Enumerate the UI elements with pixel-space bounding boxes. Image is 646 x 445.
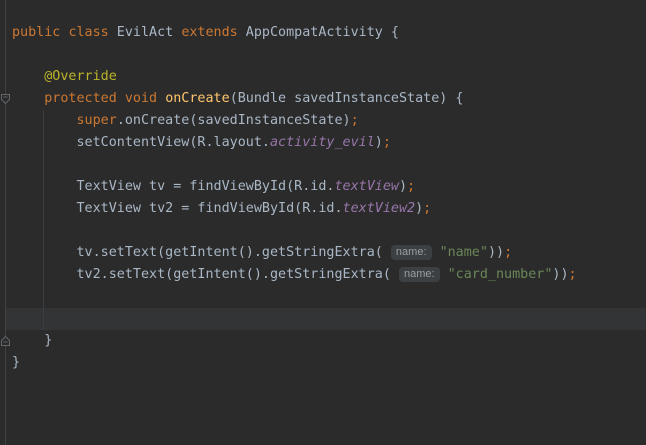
code-token: ) (399, 179, 407, 194)
code-token (432, 245, 440, 260)
code-token: ) (375, 135, 383, 150)
fold-collapse-start-icon[interactable] (0, 93, 11, 105)
code-line[interactable]: TextView tv = findViewById(R.id.textView… (0, 176, 646, 198)
code-token: ; (407, 179, 415, 194)
code-token (12, 113, 77, 128)
code-token: void (125, 91, 157, 106)
code-token: ; (569, 267, 577, 282)
code-token (117, 91, 125, 106)
code-line[interactable]: super.onCreate(savedInstanceState); (0, 110, 646, 132)
code-line[interactable]: } (0, 352, 646, 374)
parameter-hint-pill: name: (391, 245, 432, 260)
code-line[interactable] (0, 44, 646, 66)
code-token: ; (351, 113, 359, 128)
code-token: @Override (44, 69, 117, 84)
code-line[interactable]: tv2.setText(getIntent().getStringExtra( … (0, 264, 646, 286)
code-editor[interactable]: public class EvilAct extends AppCompatAc… (0, 0, 646, 445)
code-token: TextView tv = findViewById(R.id. (12, 179, 334, 194)
code-token: "card_number" (448, 267, 553, 282)
code-token: .onCreate(savedInstanceState) (117, 113, 351, 128)
code-line[interactable] (0, 286, 646, 308)
code-area[interactable]: public class EvilAct extends AppCompatAc… (0, 0, 646, 445)
code-token: onCreate (165, 91, 230, 106)
code-line[interactable] (0, 220, 646, 242)
code-token: activity_evil (270, 135, 375, 150)
code-line[interactable]: protected void onCreate(Bundle savedInst… (0, 88, 646, 110)
code-token: TextView tv2 = findViewById(R.id. (12, 201, 343, 216)
code-token: tv2.setText(getIntent().getStringExtra( (12, 267, 399, 282)
code-token: textView (334, 179, 399, 194)
code-token: ; (383, 135, 391, 150)
code-line[interactable] (0, 154, 646, 176)
code-token: ; (504, 245, 512, 260)
code-token: (Bundle savedInstanceState) { (230, 91, 464, 106)
code-line[interactable]: tv.setText(getIntent().getStringExtra( n… (0, 242, 646, 264)
code-token: tv.setText(getIntent().getStringExtra( (12, 245, 391, 260)
code-token: EvilAct (109, 25, 182, 40)
code-token: class (68, 25, 108, 40)
code-token (440, 267, 448, 282)
code-token: ) (415, 201, 423, 216)
code-token: super (77, 113, 117, 128)
code-token (12, 91, 44, 106)
code-token: } (12, 355, 20, 370)
code-token: )) (488, 245, 504, 260)
code-token: extends (181, 25, 237, 40)
code-line[interactable]: TextView tv2 = findViewById(R.id.textVie… (0, 198, 646, 220)
fold-collapse-end-icon[interactable] (0, 335, 11, 347)
code-token: )) (552, 267, 568, 282)
code-token: setContentView(R.layout. (12, 135, 270, 150)
code-token (157, 91, 165, 106)
code-line[interactable]: setContentView(R.layout.activity_evil); (0, 132, 646, 154)
parameter-hint-pill: name: (399, 267, 440, 282)
code-token (12, 69, 44, 84)
code-line[interactable]: public class EvilAct extends AppCompatAc… (0, 22, 646, 44)
code-token: ; (423, 201, 431, 216)
code-line[interactable]: @Override (0, 66, 646, 88)
code-line[interactable]: } (0, 330, 646, 352)
code-token: public (12, 25, 60, 40)
code-line[interactable] (0, 0, 646, 22)
code-token: AppCompatActivity { (238, 25, 399, 40)
code-token: protected (44, 91, 117, 106)
code-token: } (12, 333, 52, 348)
code-token: "name" (440, 245, 488, 260)
code-line[interactable] (0, 308, 646, 330)
code-token: textView2 (343, 201, 416, 216)
